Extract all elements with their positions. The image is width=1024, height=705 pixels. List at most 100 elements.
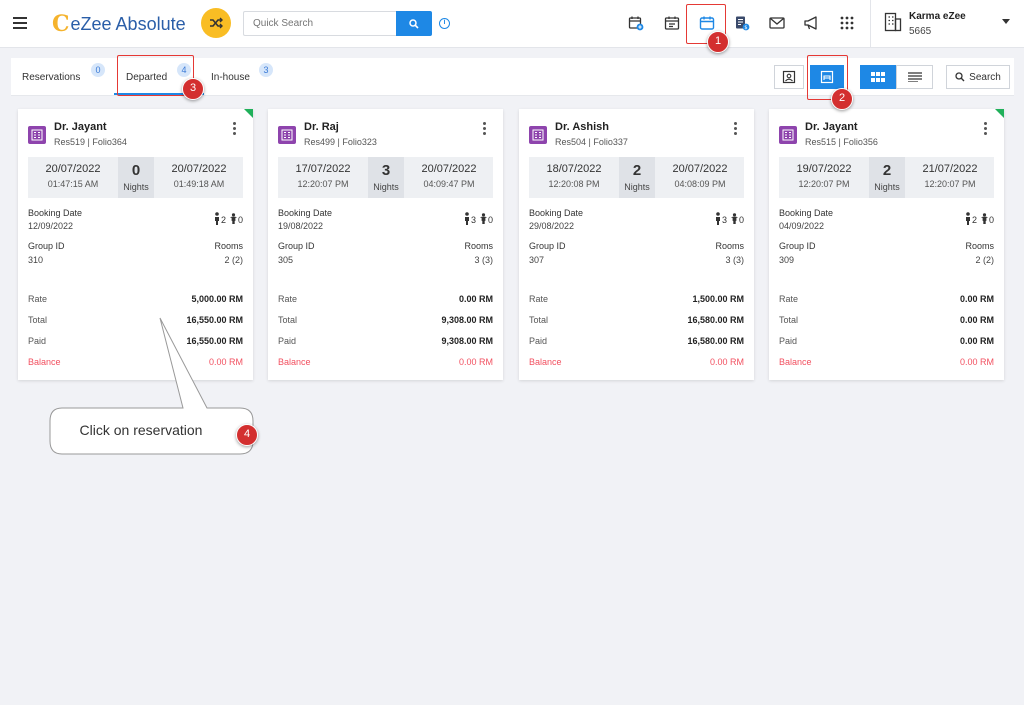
status-flag-icon — [995, 109, 1004, 118]
child-icon — [981, 212, 988, 224]
nights-cell: 0 Nights — [118, 157, 154, 198]
balance-label: Balance — [278, 357, 311, 367]
quick-search-input[interactable] — [243, 11, 396, 36]
reservation-card[interactable]: Dr. Raj Res499 | Folio323 17/07/2022 12:20:… — [268, 109, 503, 380]
card-more-icon[interactable] — [233, 122, 237, 136]
departure-date: 21/07/2022 — [922, 163, 978, 175]
room-type-icon — [278, 126, 296, 144]
arrival-date: 19/07/2022 — [796, 163, 852, 175]
user-dropdown-caret-icon[interactable] — [1002, 19, 1010, 24]
child-count: 0 — [988, 215, 994, 225]
stay-period: 17/07/2022 12:20:07 PM 3 Nights 20/07/2022 04… — [278, 157, 493, 198]
folio-payment-icon[interactable]: $ — [733, 14, 751, 32]
balance-value: 0.00 RM — [709, 357, 744, 367]
booking-date-label: Booking Date — [278, 208, 333, 218]
mail-icon[interactable] — [768, 14, 786, 32]
rate-value: 1,500.00 RM — [692, 294, 744, 304]
departure-time: 01:49:18 AM — [173, 179, 225, 189]
guest-card-icon — [782, 70, 796, 84]
arrival-time: 01:47:15 AM — [47, 179, 99, 189]
booking-date-value: 29/08/2022 — [529, 221, 575, 231]
calendar-plus-icon[interactable] — [627, 14, 645, 32]
nights-count: 0 — [131, 162, 141, 179]
reservation-card[interactable]: Dr. Ashish Res504 | Folio337 18/07/2022 12:… — [519, 109, 754, 380]
booking-date-value: 04/09/2022 — [779, 221, 825, 231]
card-more-icon[interactable] — [483, 122, 487, 136]
group-id-value: 307 — [529, 255, 545, 265]
tab-in-house[interactable]: In-house — [211, 72, 250, 83]
nights-cell: 3 Nights — [368, 157, 404, 198]
total-value: 9,308.00 RM — [441, 315, 493, 325]
card-more-icon[interactable] — [984, 122, 988, 136]
shuffle-icon[interactable] — [201, 8, 231, 38]
guest-view-button[interactable] — [774, 65, 804, 89]
group-id-label: Group ID — [28, 241, 65, 251]
adult-icon — [715, 211, 720, 225]
reservation-folio: Res515 | Folio356 — [805, 137, 878, 147]
step-marker-1: 1 — [707, 31, 729, 53]
room-type-icon — [28, 126, 46, 144]
departure-date: 20/07/2022 — [171, 163, 227, 175]
arrival-date: 20/07/2022 — [45, 163, 101, 175]
guest-name[interactable]: Dr. Jayant — [805, 121, 858, 133]
adult-icon — [214, 211, 219, 225]
arrival-time: 12:20:08 PM — [548, 179, 600, 189]
card-more-icon[interactable] — [734, 122, 738, 136]
group-id-label: Group ID — [529, 241, 566, 251]
paid-label: Paid — [278, 336, 297, 346]
svg-text:$: $ — [744, 25, 747, 31]
apps-grid-icon[interactable] — [838, 14, 856, 32]
booking-date-value: 19/08/2022 — [278, 221, 324, 231]
menu-icon[interactable] — [13, 17, 27, 29]
departure-time: 04:09:47 PM — [423, 179, 475, 189]
rate-label: Rate — [529, 294, 549, 304]
balance-label: Balance — [28, 357, 61, 367]
rooms-value: 3 (3) — [474, 255, 493, 265]
booking-date-label: Booking Date — [779, 208, 834, 218]
search-button[interactable] — [396, 11, 432, 36]
pax-count: 30 — [438, 210, 493, 226]
reservation-folio: Res504 | Folio337 — [555, 137, 628, 147]
guest-name[interactable]: Dr. Ashish — [555, 121, 609, 133]
step-marker-2: 2 — [831, 88, 853, 110]
arrival-time: 12:20:07 PM — [297, 179, 349, 189]
calendar-check-icon[interactable] — [663, 14, 681, 32]
user-name[interactable]: Karma eZee — [909, 11, 966, 22]
balance-value: 0.00 RM — [959, 357, 994, 367]
balance-label: Balance — [529, 357, 562, 367]
total-value: 16,580.00 RM — [687, 315, 744, 325]
rooms-label: Rooms — [214, 241, 243, 251]
booking-date-label: Booking Date — [529, 208, 584, 218]
total-label: Total — [278, 315, 298, 325]
search-reservations-button[interactable]: Search — [946, 65, 1010, 89]
reservation-folio: Res519 | Folio364 — [54, 137, 127, 147]
guest-name[interactable]: Dr. Jayant — [54, 121, 107, 133]
brand-logo[interactable]: C eZee Absolute — [52, 12, 186, 36]
arrival-date: 17/07/2022 — [295, 163, 351, 175]
step-marker-3: 3 — [182, 78, 204, 100]
reservation-card[interactable]: Dr. Jayant Res519 | Folio364 20/07/2022 01:… — [18, 109, 253, 380]
info-icon[interactable]: i — [439, 18, 450, 29]
paid-label: Paid — [779, 336, 798, 346]
nights-cell: 2 Nights — [619, 157, 655, 198]
brand-name: eZee Absolute — [70, 14, 186, 34]
total-label: Total — [779, 315, 799, 325]
booking-date-label: Booking Date — [28, 208, 83, 218]
stay-period: 19/07/2022 12:20:07 PM 2 Nights 21/07/2022 12… — [779, 157, 994, 198]
reservation-card[interactable]: Dr. Jayant Res515 | Folio356 19/07/2022 12:… — [769, 109, 1004, 380]
guest-name[interactable]: Dr. Raj — [304, 121, 339, 133]
search-label: Search — [969, 71, 1001, 83]
adult-count: 2 — [220, 215, 226, 225]
tab-reservations[interactable]: Reservations — [22, 72, 80, 83]
stay-period: 18/07/2022 12:20:08 PM 2 Nights 20/07/2022 04… — [529, 157, 744, 198]
user-id: 5665 — [909, 26, 932, 37]
paid-value: 16,550.00 RM — [186, 336, 243, 346]
list-view-button[interactable] — [896, 65, 933, 89]
nights-label: Nights — [373, 182, 399, 192]
group-id-value: 310 — [28, 255, 44, 265]
grid-view-button[interactable] — [860, 65, 896, 89]
child-icon — [230, 212, 237, 224]
child-count: 0 — [487, 215, 493, 225]
rate-label: Rate — [779, 294, 799, 304]
megaphone-icon[interactable] — [802, 14, 820, 32]
